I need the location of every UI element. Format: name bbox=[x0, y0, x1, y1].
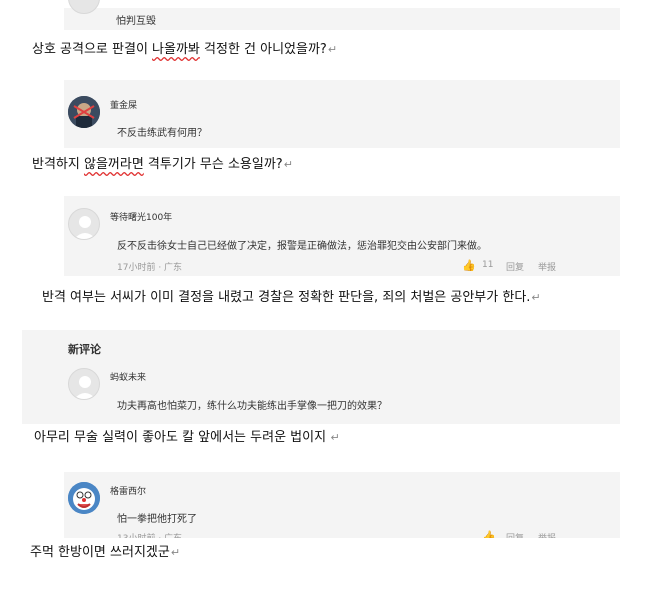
avatar bbox=[68, 482, 100, 514]
translation-text: 걱정한 건 아니었을까? bbox=[199, 42, 327, 57]
section-title: 新评论 bbox=[68, 343, 101, 356]
like-icon[interactable]: 👍 bbox=[462, 259, 476, 272]
avatar bbox=[68, 208, 100, 240]
return-mark-icon: ↵ bbox=[283, 158, 293, 171]
avatar bbox=[68, 368, 100, 400]
translation-text: 주먹 한방이면 쓰러지겠군 bbox=[30, 545, 170, 560]
comment-text: 不反击练武有何用？ bbox=[117, 128, 207, 139]
comment-username: 蚂蚁未来 bbox=[110, 373, 147, 383]
translation-line: 상호 공격으로 판결이 나올까봐 걱정한 건 아니었을까?↵ bbox=[22, 30, 642, 70]
comment-username: 等待曙光100年 bbox=[110, 213, 173, 223]
comment-username: 怕判互毁 bbox=[116, 16, 156, 27]
translation-text: 상호 공격으로 판결이 bbox=[32, 42, 153, 57]
spellcheck-word: 나올까봐 bbox=[152, 42, 200, 57]
avatar bbox=[68, 96, 100, 128]
translation-text: 격투기가 무슨 소용일까? bbox=[143, 157, 283, 172]
return-mark-icon: ↵ bbox=[531, 291, 541, 304]
spellcheck-word: 않을꺼라면 bbox=[83, 157, 144, 172]
comment-username: 格雷西尔 bbox=[110, 487, 147, 497]
return-mark-icon: ↵ bbox=[170, 546, 181, 559]
translation-line: 반격 여부는 서씨가 이미 결정을 내렸고 경찰은 정확한 판단을, 죄의 처벌… bbox=[22, 276, 652, 330]
return-mark-icon: ↵ bbox=[327, 431, 340, 444]
return-mark-icon: ↵ bbox=[327, 43, 338, 56]
reply-link[interactable]: 回复 bbox=[506, 260, 524, 273]
translation-line: 반격하지 않을꺼라면 격투기가 무슨 소용일까?↵ bbox=[22, 148, 642, 188]
comment-time: 17小时前 · 广东 bbox=[117, 263, 183, 273]
comment-text: 反不反击徐女士自己已经做了决定，报警是正确做法，惩治罪犯交由公安部门来做。 bbox=[117, 241, 487, 252]
comment-username: 董金屎 bbox=[110, 101, 138, 111]
translation-text: 반격하지 bbox=[32, 157, 84, 172]
report-link[interactable]: 举报 bbox=[538, 260, 556, 273]
translation-line: 주먹 한방이면 쓰러지겠군↵ bbox=[22, 538, 642, 572]
like-count: 11 bbox=[482, 260, 494, 270]
comment-text: 怕一拳把他打死了 bbox=[117, 514, 197, 525]
translation-text: 아무리 무술 실력이 좋아도 칼 앞에서는 두려운 법이지 bbox=[34, 430, 327, 445]
comment-text: 功夫再高也怕菜刀，练什么功夫能练出手掌像一把刀的效果？ bbox=[117, 401, 387, 412]
comment-strip-6 bbox=[64, 472, 620, 538]
translation-line: 아무리 무술 실력이 좋아도 칼 앞에서는 두려운 법이지 ↵ bbox=[22, 424, 626, 472]
translation-text: 반격 여부는 서씨가 이미 결정을 내렸고 경찰은 정확한 판단을, 죄의 처벌… bbox=[42, 290, 531, 305]
